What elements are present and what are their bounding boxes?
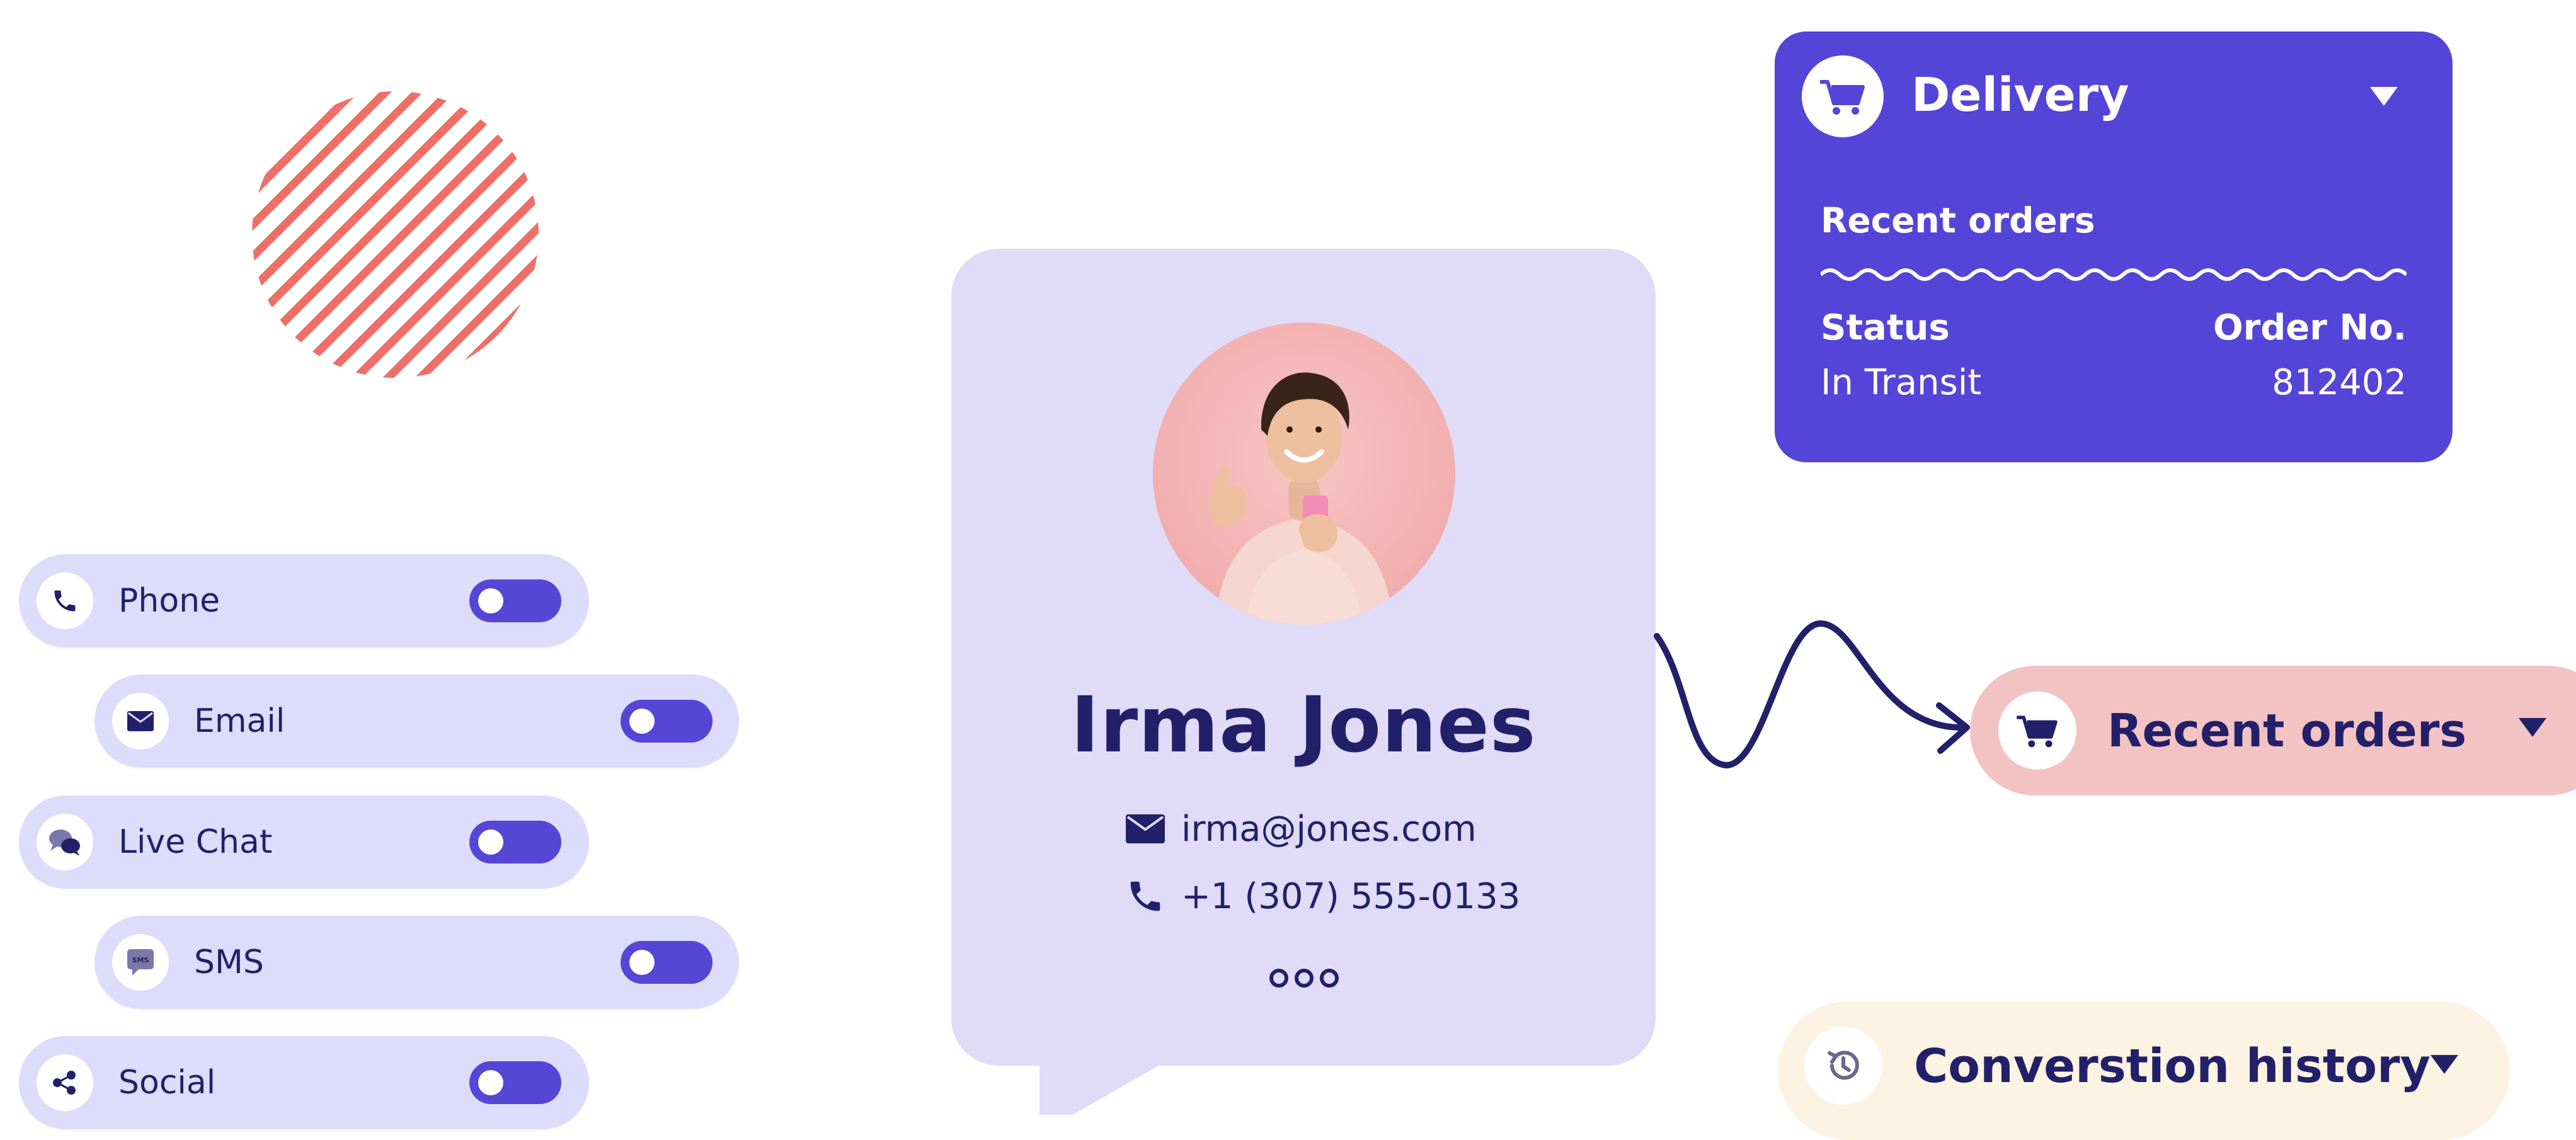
- profile-email-row[interactable]: irma@jones.com: [1126, 804, 1477, 854]
- sms-icon: SMS: [112, 934, 169, 991]
- channel-pill-live-chat: Live Chat: [19, 795, 589, 889]
- order-number-value: 812402: [2272, 362, 2407, 403]
- phone-toggle[interactable]: [469, 579, 561, 622]
- phone-icon: [37, 573, 93, 629]
- channel-label-sms: SMS: [194, 943, 264, 981]
- profile-phone[interactable]: +1 (307) 555-0133: [1181, 876, 1520, 917]
- status-value: In Transit: [1821, 362, 1982, 403]
- share-icon: [37, 1054, 93, 1111]
- conversation-history-label: Converstion history: [1914, 1039, 2430, 1093]
- delivery-table-row: In Transit 812402: [1821, 362, 2407, 403]
- svg-text:SMS: SMS: [132, 956, 149, 964]
- channel-label-phone: Phone: [118, 582, 220, 620]
- cart-icon: [1802, 55, 1884, 137]
- profile-email[interactable]: irma@jones.com: [1181, 809, 1477, 850]
- phone-icon: [1130, 881, 1160, 911]
- envelope-icon: [1126, 814, 1165, 843]
- avatar: [1153, 322, 1455, 625]
- delivery-title: Delivery: [1911, 68, 2129, 122]
- envelope-icon: [112, 693, 169, 750]
- avatar-photo: [1210, 372, 1392, 625]
- channel-label-social: Social: [118, 1064, 216, 1102]
- channel-label-email: Email: [194, 702, 285, 740]
- order-number-header: Order No.: [2212, 307, 2407, 348]
- cart-icon: [1998, 692, 2076, 770]
- channel-pill-social: Social: [19, 1036, 589, 1129]
- chevron-down-icon[interactable]: [2519, 718, 2546, 738]
- delivery-subtitle: Recent orders: [1821, 200, 2095, 241]
- history-icon: [1804, 1027, 1882, 1105]
- channel-label-live-chat: Live Chat: [118, 823, 273, 861]
- chevron-down-icon[interactable]: [2370, 87, 2398, 107]
- more-options-icon[interactable]: [1269, 967, 1339, 989]
- live-chat-toggle[interactable]: [469, 821, 561, 864]
- channel-pill-phone: Phone: [19, 554, 589, 647]
- chevron-down-icon[interactable]: [2430, 1055, 2458, 1075]
- chat-icon: [37, 814, 93, 870]
- profile-card-tail: [1039, 1058, 1172, 1115]
- status-header: Status: [1821, 307, 1950, 348]
- decorative-striped-circle: [252, 91, 539, 378]
- delivery-table-header: Status Order No.: [1821, 307, 2407, 348]
- profile-phone-row[interactable]: +1 (307) 555-0133: [1126, 871, 1520, 921]
- email-toggle[interactable]: [621, 700, 713, 743]
- channel-pill-sms: SMS SMS: [94, 916, 739, 1009]
- social-toggle[interactable]: [469, 1061, 561, 1104]
- sms-toggle[interactable]: [621, 941, 713, 984]
- connector-arrow: [1654, 620, 1970, 769]
- recent-orders-label: Recent orders: [2107, 704, 2467, 757]
- channel-pill-email: Email: [94, 675, 739, 768]
- profile-name: Irma Jones: [1070, 680, 1537, 770]
- wavy-divider: [1821, 268, 2407, 281]
